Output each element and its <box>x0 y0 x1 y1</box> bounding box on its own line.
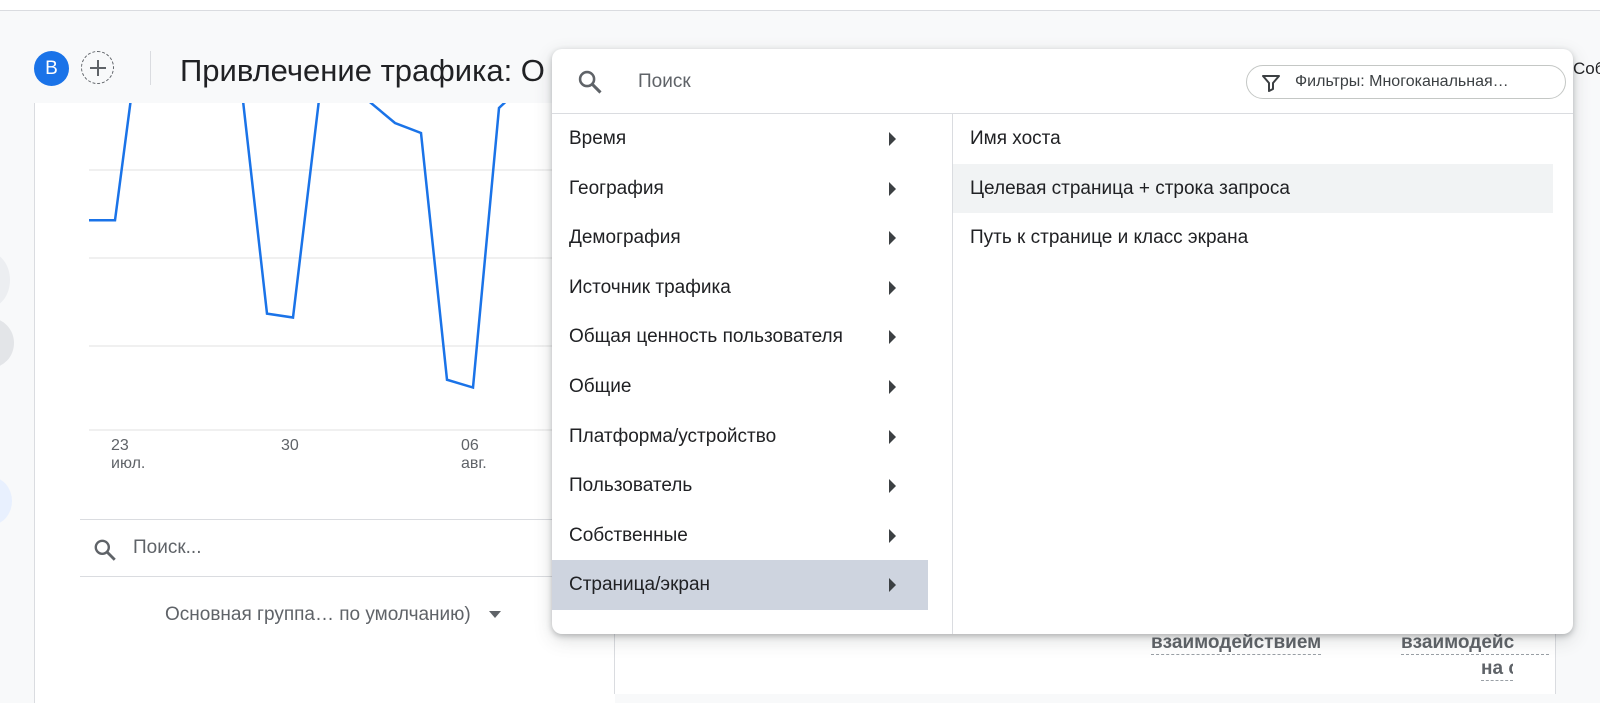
chevron-right-icon <box>889 132 896 146</box>
tick-day: 06 <box>461 437 479 454</box>
top-bar <box>0 0 1600 11</box>
category-label: Платформа/устройство <box>569 425 777 447</box>
category-label: Общие <box>569 375 632 397</box>
chevron-right-icon <box>889 231 896 246</box>
chevron-right-icon <box>889 528 896 543</box>
category-item[interactable]: География <box>552 164 928 214</box>
dimension-item[interactable]: Имя хоста <box>953 114 1553 164</box>
filter-chip[interactable]: Фильтры: Многоканальная… <box>1246 65 1566 99</box>
avatar[interactable]: B <box>34 51 69 86</box>
category-item[interactable]: Собственные <box>552 511 928 561</box>
search-icon <box>94 539 116 561</box>
category-list: Время География Демография Источник трафика… <box>552 114 928 610</box>
popup-search-input[interactable]: Поиск <box>638 71 691 93</box>
header-divider <box>150 51 151 85</box>
chevron-right-icon <box>889 429 896 444</box>
category-item[interactable]: Пользователь <box>552 461 928 511</box>
category-label: Общая ценность пользователя <box>569 326 843 348</box>
chart-gridlines <box>89 169 595 431</box>
chevron-right-icon <box>889 330 896 345</box>
chevron-right-icon <box>889 379 896 394</box>
category-label: Страница/экран <box>569 574 711 596</box>
dropdown-caret-icon <box>488 611 501 619</box>
group-select[interactable]: Основная группа… по умолчанию) <box>165 604 501 626</box>
tick-month: июл. <box>111 455 146 472</box>
chevron-right-icon <box>889 479 896 494</box>
side-shape <box>0 477 12 525</box>
filter-chip-label: Фильтры: Многоканальная… <box>1295 73 1509 90</box>
header-right-label[interactable]: Соб <box>1573 59 1600 79</box>
x-axis-tick-label: 06 авг. <box>461 437 487 473</box>
category-item[interactable]: Демография <box>552 213 928 263</box>
category-item[interactable]: Время <box>552 114 928 164</box>
chart-series-line <box>89 103 507 390</box>
dimension-list: Имя хоста Целевая страница + строка запро… <box>953 114 1553 263</box>
column-header-line2: на с <box>1481 658 1513 681</box>
dimension-picker-popup: Поиск Фильтры: Многоканальная… Время Геог… <box>552 49 1573 634</box>
tick-month: авг. <box>461 455 487 472</box>
search-icon <box>578 70 602 94</box>
add-comparison-button[interactable] <box>81 51 114 84</box>
category-item[interactable]: Платформа/устройство <box>552 412 928 462</box>
category-label: Демография <box>569 227 681 249</box>
category-label: Собственные <box>569 524 688 546</box>
filter-icon <box>1262 75 1280 92</box>
category-item[interactable]: Общие <box>552 362 928 412</box>
category-item[interactable]: Страница/экран <box>552 560 928 610</box>
chevron-right-icon <box>889 280 896 295</box>
dimension-item[interactable]: Путь к странице и класс экрана <box>953 213 1553 263</box>
popup-search[interactable]: Поиск Фильтры: Многоканальная… <box>552 49 1573 114</box>
x-axis-tick-label: 23 июл. <box>111 437 145 473</box>
page-title: Привлечение трафика: О <box>180 53 545 88</box>
line-chart <box>89 103 595 431</box>
column-header[interactable]: взаимодейс <box>1401 632 1549 655</box>
x-axis-tick-label: 30 <box>281 437 299 455</box>
table-search[interactable]: Поиск... <box>80 519 560 577</box>
chevron-right-icon <box>889 578 896 593</box>
category-item[interactable]: Источник трафика <box>552 263 928 313</box>
side-shape <box>0 252 10 308</box>
dimension-item[interactable]: Целевая страница + строка запроса <box>953 163 1553 214</box>
category-label: Время <box>569 128 627 149</box>
plus-icon <box>89 59 106 76</box>
tick-day: 30 <box>281 437 299 454</box>
category-item[interactable]: Общая ценность пользователя <box>552 312 928 362</box>
tick-day: 23 <box>111 437 129 454</box>
column-header[interactable]: взаимодействием <box>1151 632 1322 655</box>
group-select-value: Основная группа… по умолчанию) <box>165 604 471 625</box>
chevron-right-icon <box>889 181 896 196</box>
category-label: География <box>569 177 664 199</box>
dimension-label: Целевая страница + строка запроса <box>970 177 1290 199</box>
category-label: Источник трафика <box>569 276 731 298</box>
dimension-label: Путь к странице и класс экрана <box>970 227 1249 249</box>
category-label: Пользователь <box>569 475 693 497</box>
side-shape <box>0 318 14 368</box>
table-search-input[interactable]: Поиск... <box>133 537 202 559</box>
dimension-label: Имя хоста <box>970 128 1061 149</box>
